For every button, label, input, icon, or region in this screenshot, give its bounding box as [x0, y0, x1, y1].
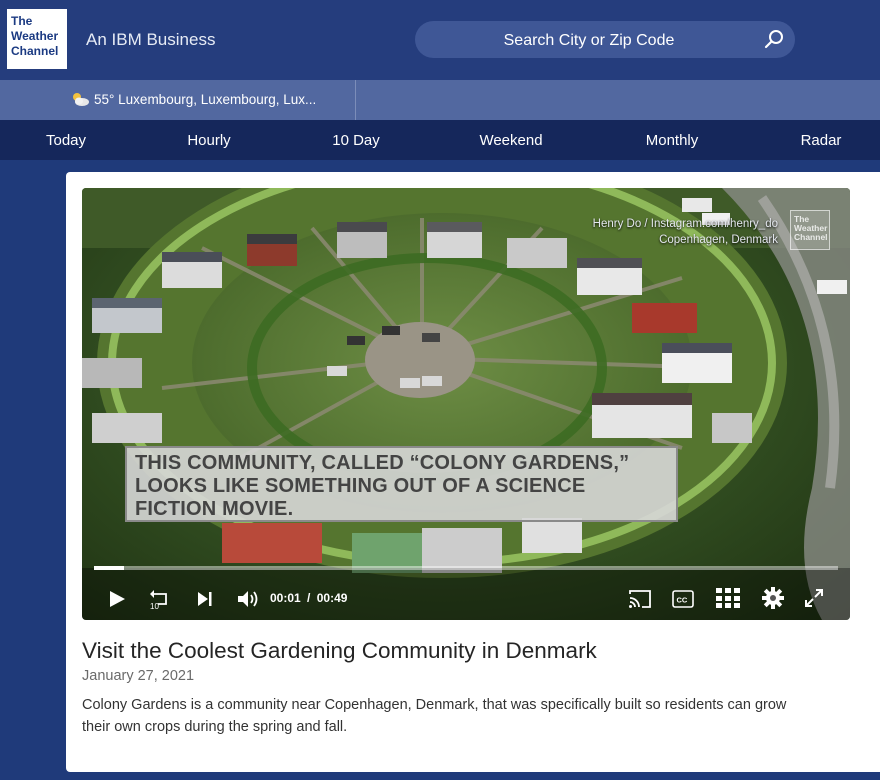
video-credit: Henry Do / Instagram.com/henry_do Copenh… [593, 216, 778, 248]
location-bar: 55° Luxembourg, Luxembourg, Lux... [0, 80, 880, 120]
settings-gear-icon[interactable] [762, 587, 784, 609]
volume-icon[interactable] [236, 589, 260, 609]
nav-hourly[interactable]: Hourly [187, 132, 230, 149]
current-time: 00:01 [270, 591, 301, 605]
search-box[interactable]: Search City or Zip Code [415, 21, 795, 58]
location-text: 55° Luxembourg, Luxembourg, Lux... [94, 92, 317, 107]
logo-line-2: Weather [11, 29, 59, 43]
nav-monthly[interactable]: Monthly [646, 132, 699, 149]
weather-channel-watermark: The Weather Channel [790, 210, 830, 250]
search-input[interactable]: Search City or Zip Code [415, 32, 763, 50]
video-caption-box: THIS COMMUNITY, CALLED “COLONY GARDENS,”… [125, 446, 678, 522]
logo-line-1: The [11, 14, 33, 28]
cast-icon[interactable] [628, 589, 652, 609]
next-icon[interactable] [196, 590, 214, 608]
article-date: January 27, 2021 [82, 668, 195, 684]
nav-today[interactable]: Today [46, 132, 86, 149]
time-separator: / [307, 591, 311, 605]
article-description: Colony Gardens is a community near Copen… [82, 697, 787, 735]
weather-channel-logo[interactable]: The Weather Channel [7, 9, 67, 69]
credit-author: Henry Do / Instagram.com/henry_do [592, 218, 778, 230]
nav-weekend[interactable]: Weekend [479, 132, 542, 149]
nav-10-day[interactable]: 10 Day [332, 132, 380, 149]
search-icon[interactable] [763, 28, 785, 50]
nav-radar[interactable]: Radar [801, 132, 842, 149]
closed-captions-icon[interactable]: CC [672, 590, 694, 608]
site-header: The Weather Channel An IBM Business Sear… [0, 0, 880, 80]
playlist-grid-icon[interactable] [716, 588, 740, 608]
play-icon[interactable] [108, 590, 126, 608]
video-time: 00:01 / 00:49 [270, 591, 347, 605]
rewind-seconds: 10 [150, 602, 159, 610]
duration: 00:49 [316, 591, 348, 605]
rewind-10-icon[interactable]: 10 [148, 588, 172, 610]
partly-cloudy-icon [73, 93, 89, 106]
video-player[interactable]: Henry Do / Instagram.com/henry_do Copenh… [82, 188, 850, 620]
watermark-line-3: Channel [794, 232, 828, 242]
fullscreen-icon[interactable] [804, 588, 824, 608]
video-progress-fill [94, 566, 124, 570]
logo-line-3: Channel [11, 44, 59, 58]
article-card: Henry Do / Instagram.com/henry_do Copenh… [66, 172, 880, 772]
article-title[interactable]: Visit the Coolest Gardening Community in… [82, 638, 597, 664]
svg-text:CC: CC [677, 596, 688, 605]
main-nav: Today Hourly 10 Day Weekend Monthly Rada… [0, 120, 880, 160]
ibm-tagline: An IBM Business [86, 30, 216, 49]
video-progress-bar[interactable] [94, 566, 838, 570]
video-caption: THIS COMMUNITY, CALLED “COLONY GARDENS,”… [135, 452, 630, 520]
current-location[interactable]: 55° Luxembourg, Luxembourg, Lux... [0, 80, 356, 120]
video-frame-aerial-garden [82, 188, 850, 620]
credit-location: Copenhagen, Denmark [659, 234, 778, 246]
